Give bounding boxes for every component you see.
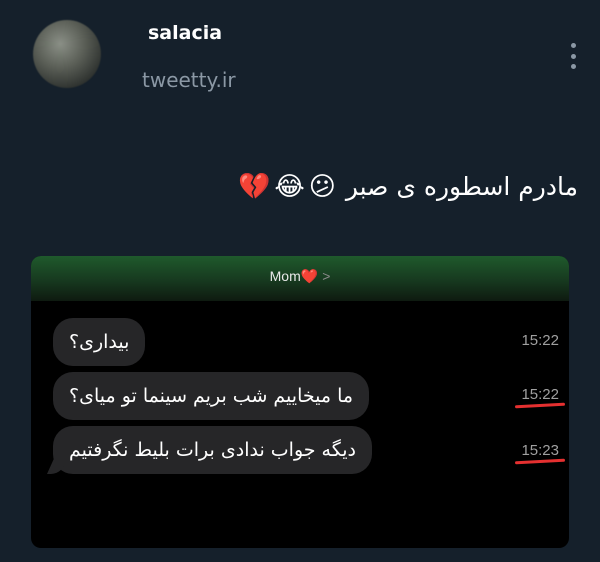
message-bubble: بیداری؟ [53, 318, 146, 366]
heart-icon: ❤️ [300, 268, 319, 284]
message-time: 15:22 [521, 386, 559, 403]
chevron-right-icon: > [322, 268, 331, 284]
avatar[interactable] [33, 20, 101, 88]
contact-name: Mom [269, 268, 301, 284]
more-options-icon[interactable] [567, 43, 579, 69]
red-underline [514, 458, 566, 465]
message-bubble: دیگه جواب ندادی برات بلیط نگرفتیم [53, 426, 372, 474]
laughing-emoji-icon: 😂 [274, 172, 305, 202]
source-label: tweetty.ir [142, 68, 236, 92]
red-underline [514, 402, 566, 409]
contact-title[interactable]: Mom❤️ > [31, 268, 569, 285]
tweet-body: مادرم اسطوره ی صبر [345, 172, 578, 201]
attached-screenshot[interactable]: Mom❤️ > بیداری؟ 15:22 ما میخاییم شب بریم … [31, 256, 569, 548]
message-bubble: ما میخاییم شب بریم سینما تو میای؟ [53, 372, 370, 420]
message-time: 15:23 [521, 442, 559, 459]
username[interactable]: salacia [148, 22, 222, 44]
tweet-text: مادرم اسطوره ی صبر 😕😂💔 [236, 172, 578, 202]
chat-header: Mom❤️ > [31, 256, 569, 301]
confused-emoji-icon: 😕 [308, 172, 336, 202]
message-time: 15:22 [521, 332, 559, 349]
broken-heart-emoji-icon: 💔 [238, 172, 271, 202]
